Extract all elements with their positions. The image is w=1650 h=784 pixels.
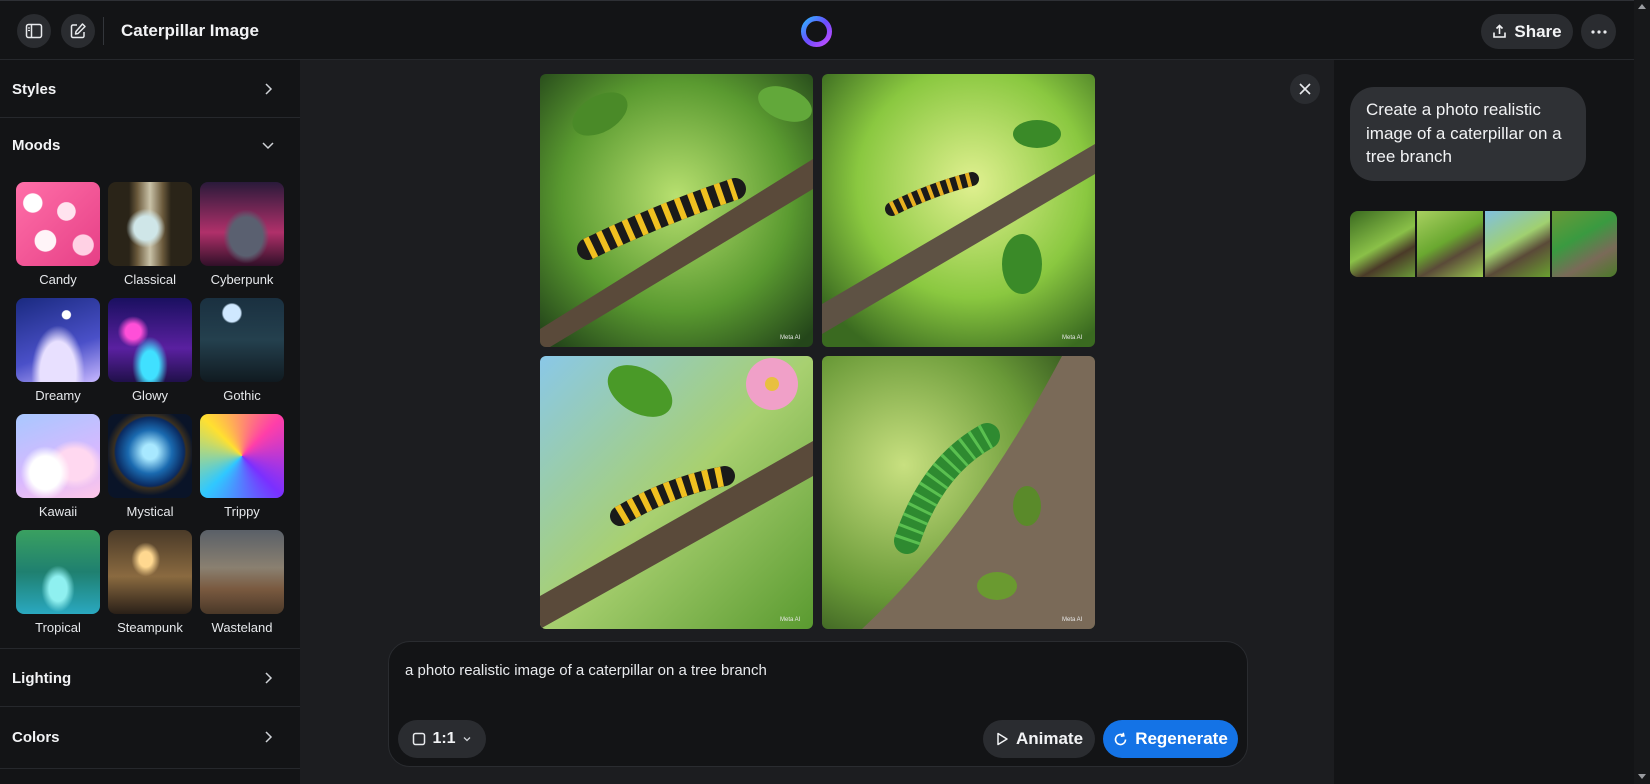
- aspect-ratio-label: 1:1: [432, 730, 455, 748]
- gothic-thumbnail: [200, 298, 284, 382]
- scroll-arrows-icon: [1634, 0, 1650, 784]
- tropical-thumbnail: [16, 530, 100, 614]
- mood-label: Mystical: [100, 504, 200, 519]
- generated-image-3[interactable]: Meta AI: [540, 356, 813, 629]
- mood-label: Candy: [8, 272, 108, 287]
- mood-trippy[interactable]: Trippy: [200, 414, 284, 519]
- watermark: Meta AI: [1062, 335, 1083, 341]
- thumbnail-2[interactable]: [1417, 211, 1482, 277]
- prompt-input[interactable]: a photo realistic image of a caterpillar…: [405, 662, 767, 679]
- caterpillar-image: Meta AI: [822, 356, 1095, 629]
- section-label: Styles: [12, 81, 56, 98]
- mood-glowy[interactable]: Glowy: [108, 298, 192, 403]
- mood-wasteland[interactable]: Wasteland: [200, 530, 284, 635]
- section-styles[interactable]: Styles: [0, 60, 300, 118]
- play-icon: [995, 732, 1009, 746]
- chat-panel: Create a photo realistic image of a cate…: [1334, 60, 1634, 784]
- section-label: Colors: [12, 729, 60, 746]
- close-icon: [1299, 83, 1311, 95]
- mood-label: Cyberpunk: [192, 272, 292, 287]
- mood-dreamy[interactable]: Dreamy: [16, 298, 100, 403]
- watermark: Meta AI: [1062, 617, 1083, 623]
- caterpillar-image: Meta AI: [540, 74, 813, 347]
- classical-thumbnail: [108, 182, 192, 266]
- section-lighting[interactable]: Lighting: [0, 648, 300, 707]
- page-scrollbar[interactable]: [1634, 0, 1650, 784]
- mood-classical[interactable]: Classical: [108, 182, 192, 287]
- caterpillar-image: Meta AI: [822, 74, 1095, 347]
- chevron-down-icon: [260, 137, 276, 153]
- mood-kawaii[interactable]: Kawaii: [16, 414, 100, 519]
- thumbnail-4[interactable]: [1552, 211, 1617, 277]
- prompt-box[interactable]: a photo realistic image of a caterpillar…: [388, 641, 1248, 767]
- share-icon: [1492, 24, 1507, 39]
- thumbnail-1[interactable]: [1350, 211, 1415, 277]
- mood-label: Wasteland: [192, 620, 292, 635]
- refresh-icon: [1113, 732, 1128, 747]
- cyberpunk-thumbnail: [200, 182, 284, 266]
- mood-label: Classical: [100, 272, 200, 287]
- mood-label: Trippy: [192, 504, 292, 519]
- mood-mystical[interactable]: Mystical: [108, 414, 192, 519]
- animate-button[interactable]: Animate: [983, 720, 1095, 758]
- section-label: Moods: [12, 137, 60, 154]
- mystical-thumbnail: [108, 414, 192, 498]
- generated-image-4[interactable]: Meta AI: [822, 356, 1095, 629]
- page-title: Caterpillar Image: [121, 21, 259, 41]
- glowy-thumbnail: [108, 298, 192, 382]
- meta-ai-logo-icon: [800, 15, 833, 48]
- kawaii-thumbnail: [16, 414, 100, 498]
- more-horizontal-icon: [1591, 30, 1607, 34]
- thumbnail-3[interactable]: [1485, 211, 1550, 277]
- edit-icon: [69, 22, 87, 40]
- mood-gothic[interactable]: Gothic: [200, 298, 284, 403]
- toolbar-divider: [103, 17, 104, 45]
- dreamy-thumbnail: [16, 298, 100, 382]
- trippy-thumbnail: [200, 414, 284, 498]
- new-chat-button[interactable]: [61, 14, 95, 48]
- user-message-bubble: Create a photo realistic image of a cate…: [1350, 87, 1586, 181]
- mood-cyberpunk[interactable]: Cyberpunk: [200, 182, 284, 287]
- square-icon: [412, 732, 426, 746]
- aspect-ratio-dropdown[interactable]: 1:1: [398, 720, 486, 758]
- close-button[interactable]: [1290, 74, 1320, 104]
- sidebar-toggle-icon: [25, 22, 43, 40]
- mood-label: Tropical: [8, 620, 108, 635]
- mood-tropical[interactable]: Tropical: [16, 530, 100, 635]
- chevron-down-icon: [462, 734, 472, 744]
- share-label: Share: [1514, 22, 1561, 42]
- watermark: Meta AI: [780, 617, 801, 623]
- app-window: Caterpillar Image Share Styles Moods Can…: [0, 0, 1650, 784]
- section-colors[interactable]: Colors: [0, 708, 300, 769]
- animate-label: Animate: [1016, 729, 1083, 749]
- generated-thumbnails[interactable]: [1350, 211, 1617, 277]
- sidebar-toggle-button[interactable]: [17, 14, 51, 48]
- mood-label: Dreamy: [8, 388, 108, 403]
- steampunk-thumbnail: [108, 530, 192, 614]
- caterpillar-image: Meta AI: [540, 356, 813, 629]
- wasteland-thumbnail: [200, 530, 284, 614]
- share-button[interactable]: Share: [1481, 14, 1573, 49]
- mood-label: Gothic: [192, 388, 292, 403]
- mood-label: Glowy: [100, 388, 200, 403]
- chevron-right-icon: [260, 670, 276, 686]
- mood-candy[interactable]: Candy: [16, 182, 100, 287]
- watermark: Meta AI: [780, 335, 801, 341]
- generated-image-2[interactable]: Meta AI: [822, 74, 1095, 347]
- regenerate-button[interactable]: Regenerate: [1103, 720, 1238, 758]
- style-sidebar: Styles Moods Candy Classical Cyberpunk D…: [0, 60, 300, 784]
- generated-image-1[interactable]: Meta AI: [540, 74, 813, 347]
- top-bar: Caterpillar Image Share: [0, 0, 1650, 60]
- chevron-right-icon: [260, 81, 276, 97]
- mood-label: Kawaii: [8, 504, 108, 519]
- more-options-button[interactable]: [1581, 14, 1616, 49]
- mood-label: Steampunk: [100, 620, 200, 635]
- section-label: Lighting: [12, 670, 71, 687]
- candy-thumbnail: [16, 182, 100, 266]
- mood-steampunk[interactable]: Steampunk: [108, 530, 192, 635]
- chevron-right-icon: [260, 729, 276, 745]
- regenerate-label: Regenerate: [1135, 729, 1228, 749]
